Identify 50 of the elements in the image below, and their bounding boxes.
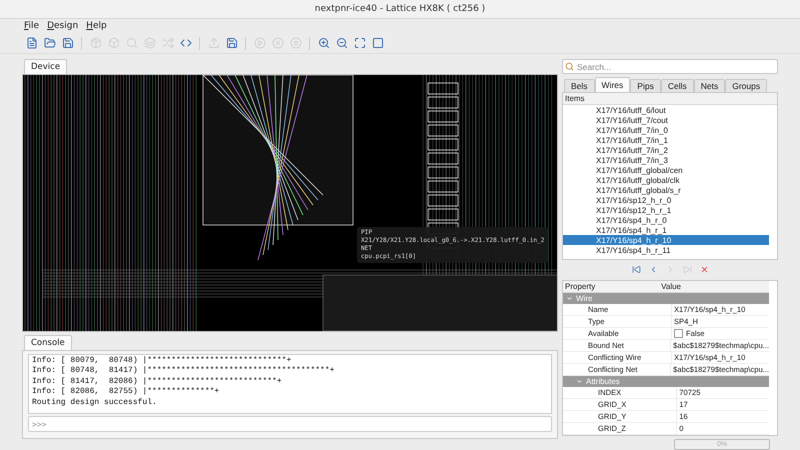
floppy-disk-icon[interactable] [224,36,239,50]
search-icon [565,62,574,71]
checkbox[interactable] [674,328,683,338]
fit-frame-icon[interactable] [352,36,367,50]
folder-icon[interactable] [42,36,57,50]
device-tab[interactable]: Device [24,59,68,74]
console-tab[interactable]: Console [24,335,72,350]
skip-start-icon[interactable] [632,265,640,274]
menu-item[interactable]: File [24,21,40,31]
column-header: Property [564,280,596,292]
browser-tab[interactable]: Pips [630,79,661,92]
browser-tab[interactable]: Cells [660,79,694,92]
tree-item[interactable]: X17/Y16/sp12_h_r_1 [563,205,769,215]
tree-item[interactable]: X17/Y16/lutff_7/in_1 [563,135,769,145]
tree-item[interactable]: X17/Y16/sp4_h_r_10 [563,235,769,245]
menu-item[interactable]: Help [86,21,107,31]
console-line: Info: [ 80748, 81417) |**************************************+ [32,366,336,377]
tree-item[interactable]: X17/Y16/lutff_global/s_r [563,185,769,195]
browser-tab[interactable]: Nets [694,79,726,92]
menu-item[interactable]: Design [47,21,78,31]
console-line: Info: [ 82086, 82755) |**************+ [32,387,220,398]
console-input-field[interactable]: >>> [28,416,552,432]
browser-tab[interactable]: Bels [564,79,595,92]
console-line: Routing design successful. [32,398,158,408]
zoom-out-icon[interactable] [334,36,349,50]
tree-item[interactable]: X17/Y16/sp4_h_r_11 [563,245,769,255]
browser-tab[interactable]: Groups [725,79,768,92]
tree-item[interactable]: X17/Y16/lutff_7/in_3 [563,155,769,165]
tree-item[interactable]: X17/Y16/sp4_h_r_1 [563,225,769,235]
column-header: Value [660,280,682,292]
browser-tab[interactable]: Wires [594,77,630,92]
close-icon[interactable] [700,265,708,274]
tree-item[interactable]: X17/Y16/lutff_global/clk [563,175,769,185]
console-line: Info: [ 81417, 82086) |***************************+ [32,376,283,387]
tree-item[interactable]: X17/Y16/lutff_global/cen [563,165,769,175]
zoom-in-icon[interactable] [316,36,331,50]
tree-item[interactable]: X17/Y16/lutff_6/lout [563,105,769,115]
section-label: Attributes [586,376,620,386]
console-line: Info: [ 80079, 80748) |*****************************+ [32,356,292,366]
window-title: nextpnr-ice40 - Lattice HX8K ( ct256 ) [0,0,800,19]
floppy-disk-icon[interactable] [60,36,75,50]
tree-item[interactable]: X17/Y16/lutff_7/in_0 [563,125,769,135]
tree-item[interactable]: X17/Y16/sp12_h_r_0 [563,195,769,205]
column-header: Items [563,93,777,105]
square-icon[interactable] [370,36,385,50]
tree-item[interactable]: X17/Y16/lutff_7/in_2 [563,145,769,155]
section-label: Wire [576,294,592,303]
search-field[interactable]: Search... [562,59,778,74]
tree-item[interactable]: X17/Y16/sp4_h_r_0 [563,215,769,225]
tree-item[interactable]: X17/Y16/lutff_7/cout [563,115,769,125]
